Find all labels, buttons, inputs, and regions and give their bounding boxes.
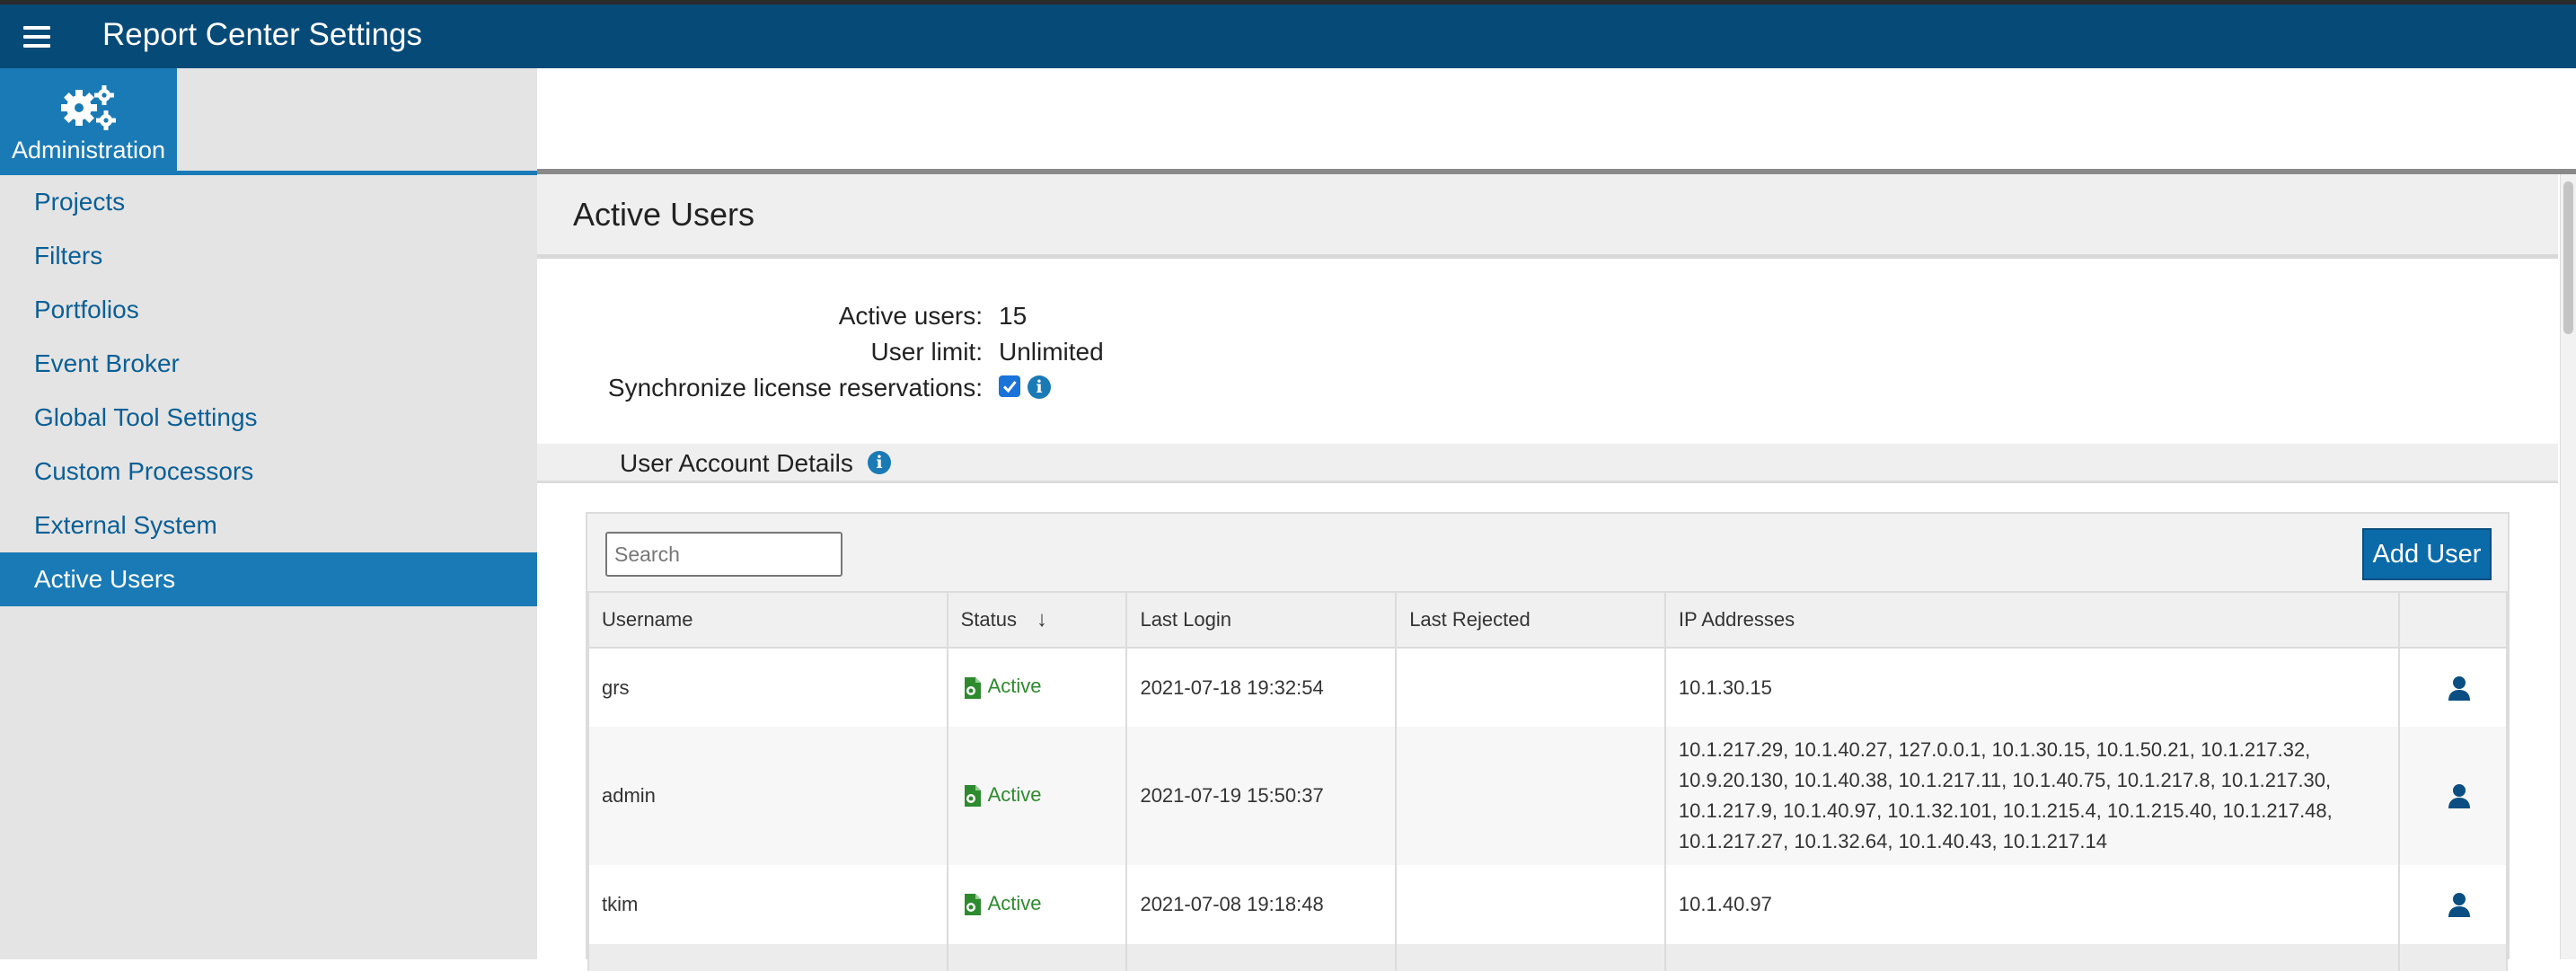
status-cell: Active: [946, 648, 1128, 727]
table-row[interactable]: admin Active 2021-07-19 15:50:37 10.1.21…: [587, 727, 2508, 865]
user-action-cell: [2398, 727, 2508, 865]
last-login-cell: 2021-07-18 19:32:54: [1125, 648, 1398, 727]
sidebar-item-custom-processors[interactable]: Custom Processors: [0, 445, 537, 499]
top-bar: Report Center Settings: [0, 0, 2576, 68]
table-row[interactable]: [587, 944, 2508, 971]
user-icon[interactable]: [2448, 783, 2471, 808]
user-limit-row: User limit: Unlimited: [0, 338, 2576, 368]
sync-license-label: Synchronize license reservations:: [607, 374, 983, 402]
user-icon[interactable]: [2448, 892, 2471, 917]
column-header-status[interactable]: Status ↓: [946, 591, 1128, 649]
column-header-last-rejected[interactable]: Last Rejected: [1395, 591, 1666, 649]
ip-addresses-cell: 10.1.217.29, 10.1.40.27, 127.0.0.1, 10.1…: [1663, 727, 2401, 865]
status-cell: Active: [946, 865, 1128, 944]
username-cell: admin: [587, 727, 948, 865]
username-cell: grs: [587, 648, 948, 727]
active-users-label: Active users:: [838, 302, 983, 330]
administration-label: Administration: [11, 137, 166, 163]
column-header-last-login[interactable]: Last Login: [1125, 591, 1398, 649]
sidebar-item-active-users[interactable]: Active Users: [0, 552, 537, 606]
sidebar-item-external-system[interactable]: External System: [0, 499, 537, 552]
administration-tab[interactable]: Administration: [0, 68, 177, 171]
table-header-row: Username Status ↓ Last Login Last Rejecte…: [587, 591, 2508, 649]
user-action-cell: [2398, 865, 2508, 944]
users-table: Username Status ↓ Last Login Last Rejecte…: [587, 591, 2508, 971]
last-rejected-cell: [1395, 727, 1666, 865]
license-active-icon: [964, 676, 981, 699]
sync-info-icon[interactable]: i: [1028, 375, 1051, 399]
last-login-cell: 2021-07-08 19:18:48: [1125, 865, 1398, 944]
gears-icon: [61, 85, 116, 130]
ip-addresses-cell: 10.1.40.97: [1663, 865, 2401, 944]
license-active-icon: [964, 894, 981, 916]
active-users-row: Active users: 15: [0, 302, 2576, 332]
user-limit-label: User limit:: [870, 338, 983, 366]
active-users-value: 15: [999, 302, 1028, 330]
sort-descending-icon[interactable]: ↓: [1037, 607, 1047, 632]
ip-addresses-cell: 10.1.30.15: [1663, 648, 2401, 727]
sidebar-item-projects[interactable]: Projects: [0, 175, 537, 229]
user-icon[interactable]: [2448, 675, 2471, 701]
sidebar: Administration Projects Filters Portfoli…: [0, 68, 537, 959]
scrollbar[interactable]: [2560, 174, 2576, 959]
sidebar-item-filters[interactable]: Filters: [0, 229, 537, 283]
main-top-area: [537, 68, 2576, 169]
last-rejected-cell: [1395, 648, 1666, 727]
sync-license-checkbox[interactable]: [999, 375, 1020, 397]
column-header-actions: [2398, 591, 2508, 649]
last-login-cell: 2021-07-19 15:50:37: [1125, 727, 1398, 865]
user-limit-value: Unlimited: [999, 338, 1104, 366]
sync-license-row: Synchronize license reservations:: [0, 374, 2576, 404]
add-user-button[interactable]: Add User: [2362, 528, 2492, 580]
user-action-cell: [2398, 648, 2508, 727]
search-input[interactable]: [605, 532, 842, 577]
section-title: User Account Details: [620, 449, 853, 477]
table-row[interactable]: tkim Active 2021-07-08 19:18:48 10.1.40.…: [587, 865, 2508, 944]
page-title: Active Users: [573, 196, 755, 233]
page-header: Active Users: [537, 174, 2558, 259]
column-header-ip-addresses[interactable]: IP Addresses: [1663, 591, 2401, 649]
user-account-details-bar: User Account Details i: [537, 444, 2558, 483]
account-details-info-icon[interactable]: i: [868, 451, 891, 474]
license-active-icon: [964, 785, 981, 808]
table-row[interactable]: grs Active 2021-07-18 19:32:54 10.1.30.1…: [587, 648, 2508, 727]
menu-icon[interactable]: [23, 26, 50, 48]
last-rejected-cell: [1395, 865, 1666, 944]
app-title: Report Center Settings: [102, 17, 423, 52]
status-cell: Active: [946, 727, 1128, 865]
username-cell: tkim: [587, 865, 948, 944]
users-table-panel: Add User Username Status↓ Last Login Las…: [586, 512, 2510, 971]
column-header-username[interactable]: Username: [587, 591, 948, 649]
